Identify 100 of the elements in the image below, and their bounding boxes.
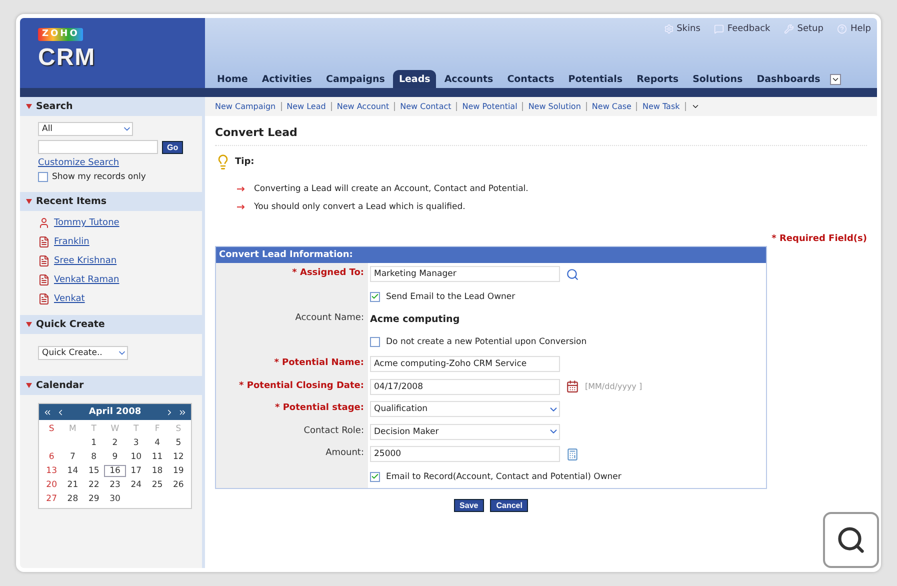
calendar-day[interactable]: 21: [62, 479, 84, 491]
go-button[interactable]: Go: [162, 140, 184, 154]
quick-link[interactable]: New Account: [336, 102, 390, 111]
recent-item-link[interactable]: Venkat: [54, 294, 85, 304]
calendar-icon[interactable]: [566, 380, 579, 394]
calendar-day[interactable]: 13: [41, 465, 62, 477]
calendar-day[interactable]: 10: [126, 451, 147, 463]
calendar-day[interactable]: 11: [146, 451, 168, 463]
search-icon[interactable]: [566, 268, 579, 281]
calendar-day[interactable]: 15: [83, 465, 104, 477]
calendar-day[interactable]: 19: [168, 465, 189, 477]
card-icon: [38, 274, 50, 286]
top-link[interactable]: Help: [837, 24, 871, 34]
calendar-day[interactable]: 7: [62, 451, 84, 463]
calendar-day[interactable]: 20: [41, 479, 62, 491]
date-field[interactable]: 04/17/2008: [370, 378, 560, 395]
quick-link[interactable]: New Lead: [286, 102, 326, 111]
cancel-button[interactable]: Cancel: [490, 499, 528, 512]
weekday-label: F: [154, 423, 161, 435]
nav-tab[interactable]: Contacts: [501, 70, 560, 88]
checkbox[interactable]: [370, 336, 380, 347]
checkbox[interactable]: [370, 292, 380, 302]
recent-item-link[interactable]: Venkat Raman: [54, 275, 120, 285]
calculator-icon[interactable]: [566, 448, 579, 461]
nav-tab[interactable]: Campaigns: [320, 70, 391, 88]
nav-tab[interactable]: Leads: [392, 70, 436, 88]
checkbox[interactable]: [38, 172, 48, 182]
calendar-day[interactable]: 24: [126, 479, 147, 491]
quick-link[interactable]: New Solution: [528, 102, 581, 111]
calendar-day[interactable]: 30: [104, 493, 126, 505]
search-field[interactable]: [38, 140, 158, 154]
wrench-icon: [784, 24, 794, 34]
arrow-icon: [237, 186, 246, 192]
tip-text: You should only convert a Lead which is qualified.: [254, 202, 466, 212]
calendar-day[interactable]: 1: [83, 437, 104, 449]
caret-icon[interactable]: [690, 102, 700, 111]
nav-tab[interactable]: Reports: [630, 70, 685, 88]
calendar-day[interactable]: 3: [126, 437, 147, 449]
previous-month-icon[interactable]: [56, 408, 65, 416]
input-field[interactable]: Acme computing-Zoho CRM Service: [370, 356, 560, 372]
save-button[interactable]: Save: [454, 499, 484, 512]
calendar-day[interactable]: 18: [146, 465, 168, 477]
calendar-day[interactable]: 26: [168, 479, 189, 491]
nav-tab[interactable]: Home: [211, 70, 254, 88]
calendar-day[interactable]: 23: [104, 479, 126, 491]
quick-link[interactable]: New Task: [642, 102, 680, 111]
top-link[interactable]: Skins: [664, 24, 700, 34]
calendar-day[interactable]: 22: [83, 479, 104, 491]
field-label: * Assigned To:: [216, 263, 368, 286]
dropdown[interactable]: Decision Maker: [370, 424, 560, 440]
nav-tab[interactable]: Potentials: [562, 70, 629, 88]
quick-link[interactable]: New Potential: [462, 102, 518, 111]
caret-icon: [831, 75, 840, 84]
weekday-label: S: [48, 423, 56, 435]
quick-link[interactable]: New Campaign: [215, 102, 276, 111]
magnifier-icon: [836, 525, 866, 555]
top-link[interactable]: Feedback: [714, 24, 770, 34]
quick-link[interactable]: New Case: [592, 102, 632, 111]
checkbox-label: Do not create a new Potential upon Conversion: [386, 336, 587, 347]
nav-tab[interactable]: Activities: [256, 70, 318, 88]
nav-tab[interactable]: Accounts: [438, 70, 500, 88]
previous-year-icon[interactable]: [43, 408, 52, 416]
zoom-button[interactable]: [823, 512, 879, 568]
calendar-day[interactable]: 6: [41, 451, 62, 463]
calendar-day[interactable]: 9: [104, 451, 126, 463]
help-icon: [837, 24, 848, 34]
recent-item-link[interactable]: Franklin: [54, 237, 90, 247]
calendar-day[interactable]: 28: [62, 493, 84, 505]
recent-item-link[interactable]: Tommy Tutone: [54, 218, 120, 228]
calendar-day[interactable]: 8: [83, 451, 104, 463]
recent-item-link[interactable]: Sree Krishnan: [54, 256, 117, 266]
calendar-day[interactable]: 14: [62, 465, 84, 477]
calendar-day[interactable]: 5: [168, 437, 189, 449]
weekday-label: W: [110, 423, 120, 435]
section-title: Search: [36, 101, 73, 112]
next-year-icon[interactable]: [178, 408, 187, 416]
nav-tab[interactable]: Solutions: [686, 70, 749, 88]
input-field[interactable]: 25000: [370, 446, 560, 462]
dropdown[interactable]: Quick Create..: [38, 346, 128, 360]
input-field[interactable]: Marketing Manager: [370, 266, 560, 282]
gear-icon: [664, 24, 674, 34]
link[interactable]: Customize Search: [38, 158, 192, 168]
form-title: Convert Lead Information:: [216, 247, 766, 263]
dropdown-button[interactable]: [830, 74, 842, 85]
required-note: * Required Field(s): [770, 234, 867, 244]
weekday-label: T: [90, 423, 98, 435]
top-link[interactable]: Setup: [784, 24, 824, 34]
calendar-day[interactable]: 29: [83, 493, 104, 505]
calendar-day[interactable]: 17: [126, 465, 147, 477]
quick-link[interactable]: New Contact: [400, 102, 452, 111]
dropdown[interactable]: All: [38, 122, 133, 136]
dropdown[interactable]: Qualification: [370, 401, 560, 418]
calendar-day[interactable]: 16: [104, 465, 126, 477]
checkbox[interactable]: [370, 472, 380, 482]
calendar-day[interactable]: 27: [41, 493, 62, 505]
calendar-day[interactable]: 2: [104, 437, 126, 449]
nav-tab[interactable]: Dashboards: [750, 70, 826, 88]
calendar-day[interactable]: 25: [146, 479, 168, 491]
calendar-day[interactable]: 12: [168, 451, 189, 463]
calendar-day[interactable]: 4: [146, 437, 168, 449]
